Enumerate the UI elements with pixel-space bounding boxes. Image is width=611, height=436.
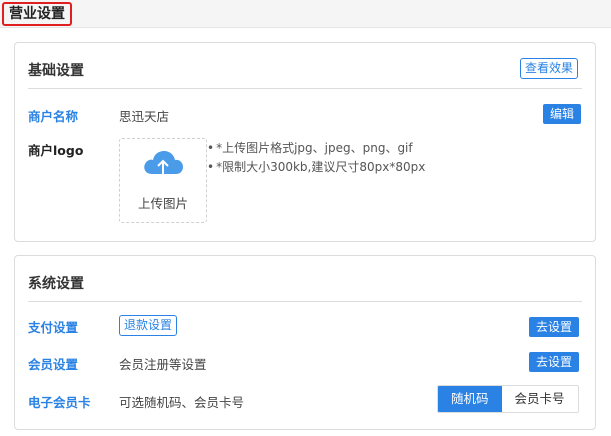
basic-settings-title: 基础设置	[28, 63, 84, 79]
ecard-mode-toggle: 随机码 会员卡号	[437, 385, 579, 413]
merchant-logo-label: 商户logo	[28, 143, 84, 158]
merchant-name-label: 商户名称	[28, 109, 79, 124]
ecard-option-card-number[interactable]: 会员卡号	[501, 386, 578, 412]
page-header: 营业设置	[0, 0, 611, 28]
ecard-option-random-code[interactable]: 随机码	[438, 386, 502, 412]
edit-button[interactable]: 编辑	[543, 104, 582, 124]
member-goto-settings-button[interactable]: 去设置	[529, 352, 580, 372]
page-title: 营业设置	[2, 2, 72, 26]
upload-hints: *上传图片格式jpg、jpeg、png、gif *限制大小300kb,建议尺寸8…	[207, 139, 425, 177]
merchant-name-value: 思迅天店	[119, 109, 170, 124]
refund-settings-button[interactable]: 退款设置	[119, 315, 178, 336]
member-settings-value: 会员注册等设置	[119, 357, 207, 372]
ecard-label: 电子会员卡	[28, 395, 91, 410]
divider	[28, 88, 582, 89]
hint-format: *上传图片格式jpg、jpeg、png、gif	[207, 139, 425, 158]
hint-size: *限制大小300kb,建议尺寸80px*80px	[207, 158, 425, 177]
logo-upload-box[interactable]: 上传图片	[119, 138, 207, 223]
payment-settings-label: 支付设置	[28, 320, 79, 335]
basic-settings-card: 基础设置 查看效果 商户名称 思迅天店 编辑 商户logo 上传图片 *上传图片…	[14, 42, 596, 242]
member-settings-label: 会员设置	[28, 357, 79, 372]
ecard-value: 可选随机码、会员卡号	[119, 395, 245, 410]
system-settings-card: 系统设置 支付设置 退款设置 去设置 会员设置 会员注册等设置 去设置 电子会员…	[14, 255, 596, 430]
divider	[28, 301, 582, 302]
upload-label: 上传图片	[137, 196, 188, 211]
payment-goto-settings-button[interactable]: 去设置	[529, 317, 580, 337]
system-settings-title: 系统设置	[28, 276, 84, 292]
preview-button[interactable]: 查看效果	[520, 58, 579, 79]
